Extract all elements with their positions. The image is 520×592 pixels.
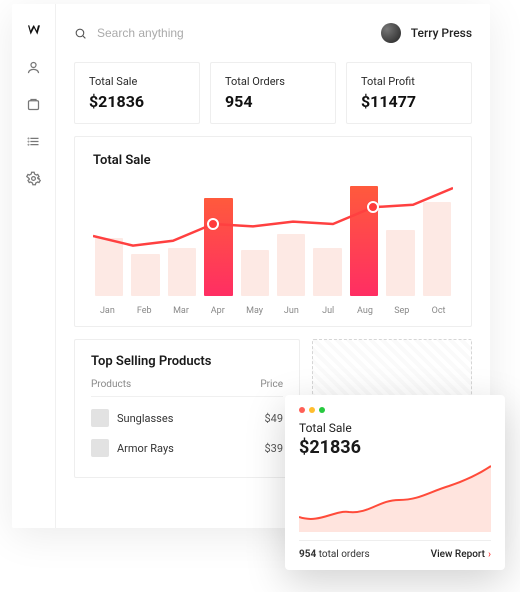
- table-row[interactable]: Sunglasses $49: [91, 403, 283, 433]
- mini-chart: [299, 462, 491, 532]
- avatar[interactable]: [381, 23, 401, 43]
- list-icon[interactable]: [26, 134, 41, 149]
- mini-orders-label: total orders: [316, 549, 369, 560]
- stats-row: Total Sale $21836 Total Orders 954 Total…: [74, 62, 472, 124]
- topbar: Terry Press: [74, 18, 472, 48]
- product-name: Sunglasses: [117, 412, 256, 425]
- axis-tick: Jun: [277, 306, 306, 316]
- stat-label: Total Orders: [225, 75, 321, 88]
- stat-value: $11477: [361, 92, 457, 111]
- chart-x-axis: Jan Feb Mar Apr May Jun Jul Aug Sep Oct: [93, 306, 453, 316]
- username: Terry Press: [411, 26, 472, 40]
- stat-total-orders: Total Orders 954: [210, 62, 336, 124]
- products-table-head: Products Price: [91, 379, 283, 397]
- axis-tick: Oct: [424, 306, 453, 316]
- stat-label: Total Profit: [361, 75, 457, 88]
- user-icon[interactable]: [26, 60, 41, 75]
- chart-marker: [207, 218, 219, 230]
- stat-value: 954: [225, 92, 321, 111]
- maximize-icon[interactable]: [319, 407, 325, 413]
- product-name: Armor Rays: [117, 442, 256, 455]
- mini-orders-count: 954: [299, 549, 316, 560]
- settings-icon[interactable]: [26, 171, 41, 186]
- mini-total-sale-card: Total Sale $21836 954 total orders View …: [285, 395, 505, 570]
- sidebar: [12, 4, 56, 528]
- col-price: Price: [260, 379, 283, 390]
- chart-marker: [367, 201, 379, 213]
- search-icon: [74, 27, 87, 40]
- stat-label: Total Sale: [89, 75, 185, 88]
- axis-tick: May: [240, 306, 269, 316]
- chart-body: [93, 176, 453, 296]
- stat-value: $21836: [89, 92, 185, 111]
- product-thumbnail: [91, 439, 109, 457]
- orders-icon[interactable]: [26, 97, 41, 112]
- products-title: Top Selling Products: [91, 354, 283, 369]
- axis-tick: Mar: [167, 306, 196, 316]
- view-report-label: View Report: [431, 549, 485, 560]
- axis-tick: Jul: [314, 306, 343, 316]
- axis-tick: Feb: [130, 306, 159, 316]
- mini-value: $21836: [299, 437, 491, 458]
- table-row[interactable]: Armor Rays $39: [91, 433, 283, 463]
- total-sale-chart: Total Sale Jan Feb Mar Apr May Jun Jul Aug Sep Oc…: [74, 136, 472, 327]
- mini-title: Total Sale: [299, 421, 491, 435]
- product-thumbnail: [91, 409, 109, 427]
- logo-icon: [26, 22, 42, 38]
- product-price: $49: [264, 412, 283, 425]
- chevron-right-icon: ›: [488, 549, 491, 560]
- axis-tick: Sep: [387, 306, 416, 316]
- view-report-link[interactable]: View Report ›: [431, 549, 491, 560]
- chart-title: Total Sale: [93, 153, 453, 168]
- axis-tick: Apr: [203, 306, 232, 316]
- col-products: Products: [91, 379, 260, 390]
- minimize-icon[interactable]: [309, 407, 315, 413]
- window-controls: [299, 407, 491, 413]
- stat-total-sale: Total Sale $21836: [74, 62, 200, 124]
- close-icon[interactable]: [299, 407, 305, 413]
- search-input[interactable]: [97, 26, 371, 40]
- stat-total-profit: Total Profit $11477: [346, 62, 472, 124]
- top-products-card: Top Selling Products Products Price Sung…: [74, 339, 300, 478]
- axis-tick: Aug: [351, 306, 380, 316]
- mini-footer: 954 total orders View Report ›: [299, 540, 491, 560]
- axis-tick: Jan: [93, 306, 122, 316]
- mini-orders: 954 total orders: [299, 549, 431, 560]
- product-price: $39: [264, 442, 283, 455]
